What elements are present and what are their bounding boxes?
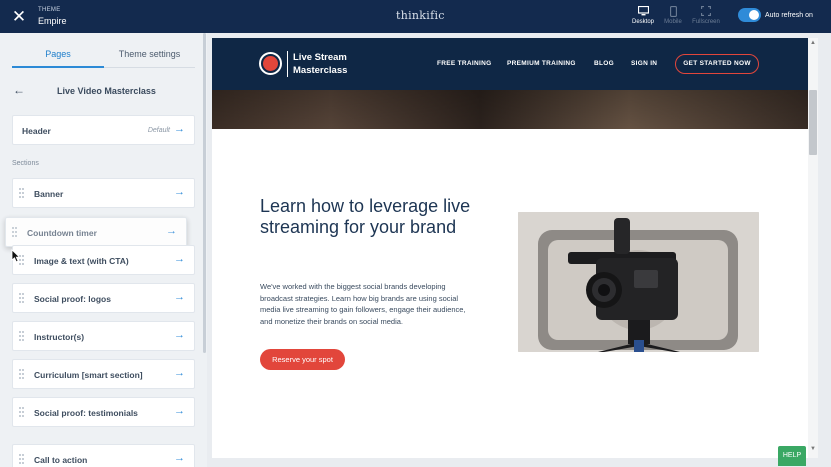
auto-refresh-toggle[interactable] [738, 8, 761, 22]
header-card-label: Header [22, 126, 51, 136]
sections-heading: Sections [12, 160, 39, 167]
section-call-to-action[interactable]: Call to action → [12, 444, 195, 467]
nav-link-blog[interactable]: BLOG [594, 60, 614, 67]
arrow-right-icon[interactable]: → [174, 452, 185, 464]
banner-image [212, 90, 808, 129]
top-bar: ✕ THEME Empire thinkific Desktop Mobile … [0, 0, 831, 33]
section-label: Call to action [34, 455, 88, 465]
arrow-right-icon[interactable]: → [174, 123, 185, 135]
section-label: Image & text (with CTA) [34, 256, 129, 266]
drag-handle-icon[interactable] [19, 369, 24, 380]
back-arrow-icon[interactable]: ← [13, 83, 25, 97]
toggle-knob [749, 10, 759, 20]
arrow-right-icon[interactable]: → [166, 225, 177, 237]
preview-scroll-thumb[interactable] [809, 90, 817, 155]
record-logo-icon [259, 52, 282, 75]
mobile-label: Mobile [664, 19, 682, 25]
nav-link-premium-training[interactable]: PREMIUM TRAINING [507, 60, 576, 67]
drag-handle-icon[interactable] [19, 331, 24, 342]
nav-link-sign-in[interactable]: SIGN IN [631, 60, 657, 67]
help-button[interactable]: HELP [778, 446, 806, 466]
reserve-spot-button[interactable]: Reserve your spot [260, 349, 345, 370]
arrow-right-icon[interactable]: → [174, 253, 185, 265]
section-label: Social proof: testimonials [34, 408, 138, 418]
desktop-view-button[interactable]: Desktop [627, 5, 659, 25]
section-image-text-cta[interactable]: Image & text (with CTA) → [12, 245, 195, 275]
panel-scrollbar[interactable] [203, 33, 206, 353]
scroll-up-icon[interactable]: ▲ [809, 40, 817, 46]
logo-divider [287, 51, 288, 77]
section-countdown-timer[interactable]: Countdown timer → [5, 217, 187, 247]
site-preview: Live Stream Masterclass FREE TRAINING PR… [212, 38, 808, 458]
auto-refresh-label: Auto refresh on [765, 12, 813, 19]
fullscreen-icon [690, 5, 722, 17]
active-tab-indicator [12, 66, 104, 68]
arrow-right-icon[interactable]: → [174, 291, 185, 303]
mouse-cursor-icon [11, 249, 21, 263]
arrow-right-icon[interactable]: → [174, 329, 185, 341]
section-banner[interactable]: Banner → [12, 178, 195, 208]
arrow-right-icon[interactable]: → [174, 186, 185, 198]
sidebar-panel: Pages Theme settings ← Live Video Master… [0, 33, 207, 467]
site-navbar: Live Stream Masterclass FREE TRAINING PR… [212, 38, 808, 90]
drag-handle-icon[interactable] [19, 188, 24, 199]
drag-handle-icon[interactable] [19, 293, 24, 304]
hero-headline: Learn how to leverage live streaming for… [260, 196, 471, 237]
section-label: Social proof: logos [34, 294, 111, 304]
drag-handle-icon[interactable] [19, 407, 24, 418]
section-label: Instructor(s) [34, 332, 85, 342]
default-tag: Default [147, 127, 170, 134]
section-social-proof-logos[interactable]: Social proof: logos → [12, 283, 195, 313]
section-label: Curriculum [smart section] [34, 370, 143, 380]
arrow-right-icon[interactable]: → [174, 367, 185, 379]
section-label: Banner [34, 189, 64, 199]
fullscreen-view-button[interactable]: Fullscreen [690, 5, 722, 25]
scroll-down-icon[interactable]: ▼ [809, 446, 817, 452]
desktop-icon [627, 5, 659, 17]
theme-name: Empire [38, 16, 67, 26]
header-card[interactable]: Header Default → [12, 115, 195, 145]
fullscreen-label: Fullscreen [692, 19, 720, 25]
theme-label: THEME [38, 7, 61, 13]
tab-theme-settings[interactable]: Theme settings [104, 49, 195, 59]
arrow-right-icon[interactable]: → [174, 405, 185, 417]
section-social-proof-testimonials[interactable]: Social proof: testimonials → [12, 397, 195, 427]
get-started-button[interactable]: GET STARTED NOW [675, 54, 759, 74]
section-instructors[interactable]: Instructor(s) → [12, 321, 195, 351]
page-title: Live Video Masterclass [57, 86, 156, 96]
hero-body-text: We've worked with the biggest social bra… [260, 282, 466, 326]
section-label: Countdown timer [27, 228, 97, 238]
desktop-label: Desktop [631, 19, 654, 25]
close-icon[interactable]: ✕ [10, 8, 28, 26]
drag-handle-icon[interactable] [12, 227, 17, 238]
logo-text-line2[interactable]: Masterclass [293, 65, 347, 76]
mobile-view-button[interactable]: Mobile [657, 5, 689, 25]
drag-handle-icon[interactable] [19, 454, 24, 465]
tab-pages[interactable]: Pages [12, 49, 104, 59]
brand-logo: thinkific [396, 9, 445, 22]
mobile-icon [657, 5, 689, 17]
section-curriculum[interactable]: Curriculum [smart section] → [12, 359, 195, 389]
panel-tabs: Pages Theme settings [12, 45, 195, 71]
logo-text-line1[interactable]: Live Stream [293, 52, 347, 63]
nav-link-free-training[interactable]: FREE TRAINING [437, 60, 491, 67]
camera-image [518, 212, 759, 352]
